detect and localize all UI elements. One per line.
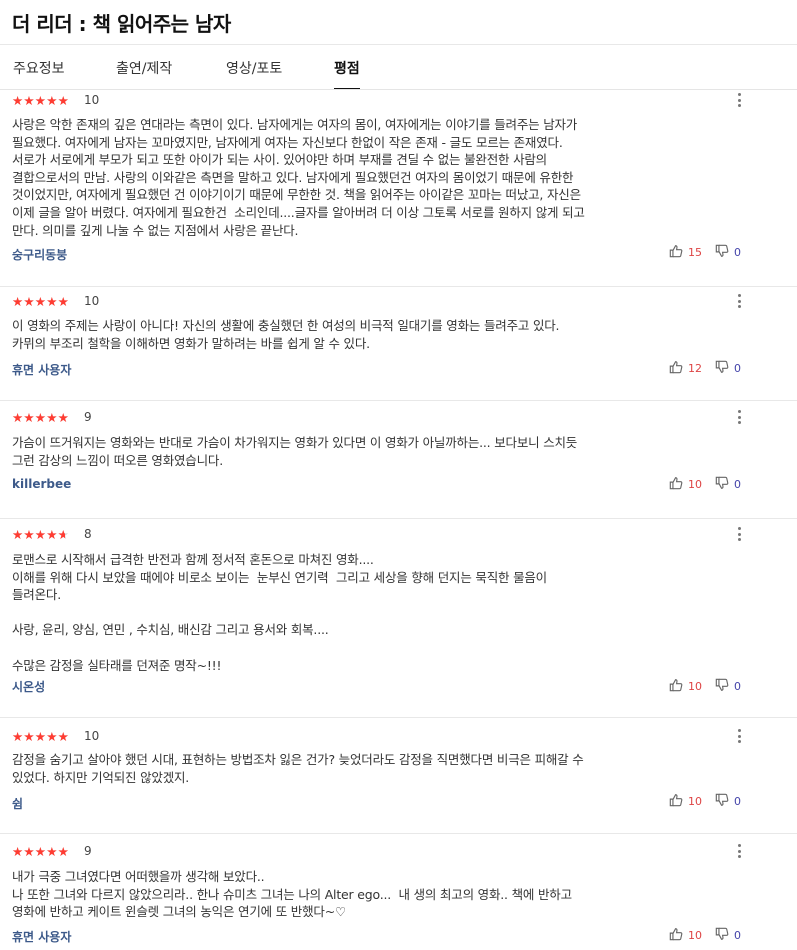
review-divider [0, 518, 797, 519]
review-text: 이 영화의 주제는 사랑이 아니다! 자신의 생활에 충실했던 한 여성의 비극… [12, 318, 560, 351]
tabs-divider [0, 89, 797, 90]
like-count: 10 [688, 680, 702, 693]
star-rating-icon: ★★★★★ ★★★★★ [12, 410, 70, 424]
title-divider [0, 44, 797, 45]
tab-bar: 주요정보 출연/제작 영상/포토 평점 [0, 46, 797, 90]
thumbs-up-icon [669, 360, 683, 377]
tab-main-info[interactable]: 주요정보 [13, 58, 65, 90]
dislike-button[interactable]: 0 [715, 793, 741, 810]
dislike-button[interactable]: 0 [715, 678, 741, 695]
thumbs-down-icon [715, 476, 729, 493]
dislike-button[interactable]: 0 [715, 244, 741, 261]
star-rating-icon: ★★★★★ ★★★★★ [12, 294, 70, 308]
like-button[interactable]: 10 [669, 927, 702, 944]
dislike-count: 0 [734, 680, 741, 693]
more-options-icon[interactable] [735, 410, 743, 424]
reviewer-name[interactable]: 휴면 사용자 [12, 928, 71, 945]
dislike-button[interactable]: 0 [715, 360, 741, 377]
more-options-icon[interactable] [735, 294, 743, 308]
like-button[interactable]: 12 [669, 360, 702, 377]
tab-ratings[interactable]: 평점 [334, 58, 360, 90]
review-divider [0, 717, 797, 718]
reviewer-name[interactable]: 쉼 [12, 795, 23, 812]
rating-score: 10 [84, 93, 100, 107]
rating-score: 10 [84, 729, 100, 743]
like-button[interactable]: 10 [669, 793, 702, 810]
like-count: 10 [688, 929, 702, 942]
reviewer-name[interactable]: killerbee [12, 477, 71, 491]
reviewer-name[interactable]: 휴면 사용자 [12, 361, 71, 378]
rating-stars: ★★★★★ ★★★★★ 8 [12, 527, 92, 541]
star-rating-icon: ★★★★★ ★★★★★ [12, 93, 70, 107]
rating-stars: ★★★★★ ★★★★★ 10 [12, 294, 99, 308]
rating-score: 10 [84, 294, 100, 308]
page-title: 더 리더 : 책 읽어주는 남자 [12, 12, 231, 36]
dislike-button[interactable]: 0 [715, 927, 741, 944]
thumbs-up-icon [669, 678, 683, 695]
more-options-icon[interactable] [735, 844, 743, 858]
review-divider [0, 833, 797, 834]
like-count: 10 [688, 478, 702, 491]
star-rating-icon: ★★★★★ ★★★★★ [12, 527, 70, 541]
thumbs-down-icon [715, 678, 729, 695]
thumbs-down-icon [715, 360, 729, 377]
review-text: 감정을 숨기고 살아야 했던 시대, 표현하는 방법조차 잃은 건가? 늦었더라… [12, 752, 584, 785]
thumbs-up-icon [669, 793, 683, 810]
dislike-count: 0 [734, 929, 741, 942]
dislike-count: 0 [734, 246, 741, 259]
dislike-count: 0 [734, 478, 741, 491]
like-button[interactable]: 10 [669, 476, 702, 493]
review-divider [0, 286, 797, 287]
rating-stars: ★★★★★ ★★★★★ 10 [12, 729, 99, 743]
review-text: 가슴이 뜨거워지는 영화와는 반대로 가슴이 차가워지는 영화가 있다면 이 영… [12, 435, 578, 468]
dislike-button[interactable]: 0 [715, 476, 741, 493]
like-button[interactable]: 15 [669, 244, 702, 261]
star-rating-icon: ★★★★★ ★★★★★ [12, 729, 70, 743]
review-text: 내가 극중 그녀였다면 어떠했을까 생각해 보았다.. 나 또한 그녀와 다르지… [12, 869, 572, 920]
rating-score: 9 [84, 844, 92, 858]
thumbs-down-icon [715, 927, 729, 944]
thumbs-up-icon [669, 927, 683, 944]
more-options-icon[interactable] [735, 93, 743, 107]
dislike-count: 0 [734, 362, 741, 375]
review-text: 로맨스로 시작해서 급격한 반전과 함께 정서적 혼돈으로 마쳐진 영화....… [12, 552, 547, 673]
thumbs-up-icon [669, 476, 683, 493]
more-options-icon[interactable] [735, 729, 743, 743]
review-text: 사랑은 악한 존재의 깊은 연대라는 측면이 있다. 남자에게는 여자의 몸이,… [12, 117, 585, 238]
reviewer-name[interactable]: 숭구리동붕 [12, 246, 67, 263]
like-count: 10 [688, 795, 702, 808]
rating-score: 9 [84, 410, 92, 424]
thumbs-up-icon [669, 244, 683, 261]
tab-cast-crew[interactable]: 출연/제작 [116, 58, 172, 90]
thumbs-down-icon [715, 793, 729, 810]
tab-video-photo[interactable]: 영상/포토 [226, 58, 282, 90]
thumbs-down-icon [715, 244, 729, 261]
rating-stars: ★★★★★ ★★★★★ 9 [12, 844, 92, 858]
rating-stars: ★★★★★ ★★★★★ 9 [12, 410, 92, 424]
rating-score: 8 [84, 527, 92, 541]
star-rating-icon: ★★★★★ ★★★★★ [12, 844, 70, 858]
review-divider [0, 400, 797, 401]
reviewer-name[interactable]: 시온성 [12, 678, 45, 695]
more-options-icon[interactable] [735, 527, 743, 541]
dislike-count: 0 [734, 795, 741, 808]
like-count: 12 [688, 362, 702, 375]
like-count: 15 [688, 246, 702, 259]
rating-stars: ★★★★★ ★★★★★ 10 [12, 93, 99, 107]
like-button[interactable]: 10 [669, 678, 702, 695]
